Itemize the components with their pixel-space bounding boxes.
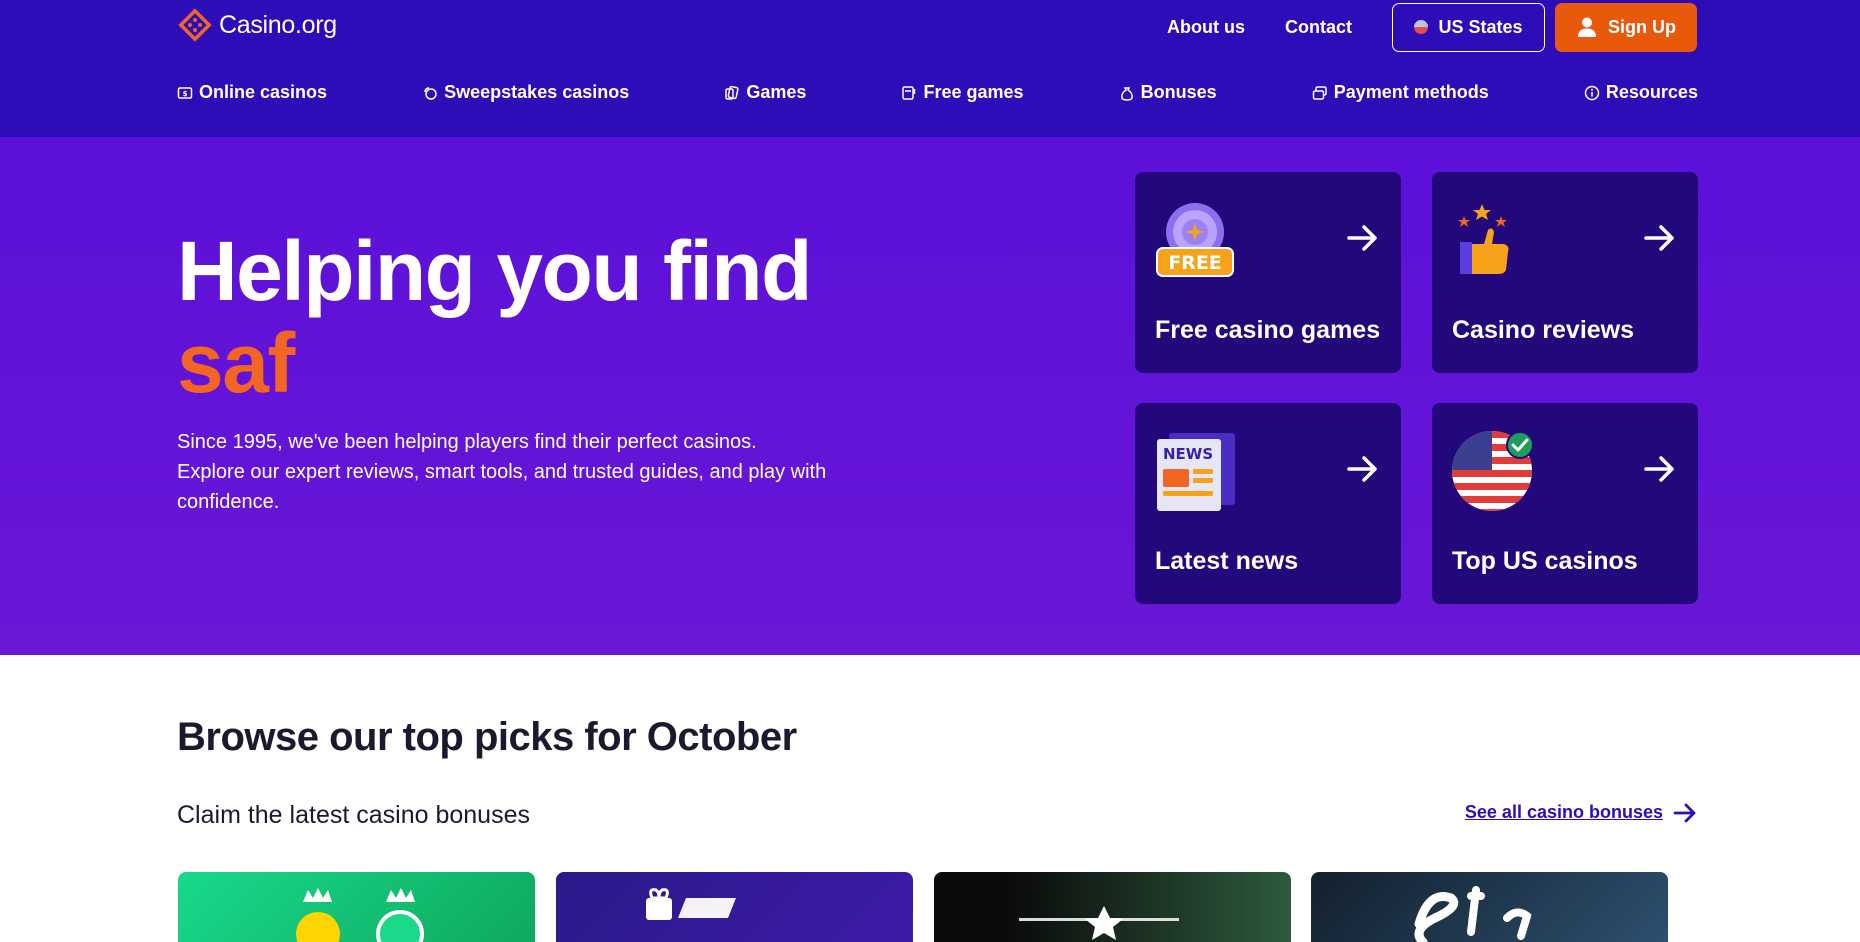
payment-icon — [1312, 85, 1327, 100]
main-nav: $ Online casinos Sweepstakes casinos Gam… — [177, 82, 1698, 103]
claim-bonuses-title: Claim the latest casino bonuses — [177, 801, 530, 829]
card-top-us-casinos[interactable]: Top US casinos — [1432, 403, 1698, 604]
free-chip-icon: FREE — [1156, 203, 1234, 277]
star-logo-icon — [1019, 906, 1179, 940]
user-icon — [1578, 17, 1596, 37]
hero-title-accent: saf — [177, 316, 295, 410]
arrow-right-icon — [1673, 803, 1696, 822]
promo-card-2[interactable] — [556, 872, 913, 942]
thumbs-up-icon — [1458, 204, 1509, 274]
site-logo[interactable]: Casino.org — [177, 7, 337, 43]
hero-section: Helping you find saf Since 1995, we've b… — [0, 137, 1860, 655]
card-latest-news[interactable]: NEWS Latest news — [1135, 403, 1401, 604]
see-all-bonuses-link[interactable]: See all casino bonuses — [1465, 802, 1697, 823]
card-title: Casino reviews — [1452, 316, 1635, 344]
script-logo-icon — [1414, 886, 1532, 942]
news-icon: NEWS — [1157, 433, 1235, 511]
arrow-right-icon — [1644, 225, 1674, 251]
coins-icon — [424, 86, 437, 100]
arrow-right-icon — [1347, 456, 1377, 482]
sign-up-button[interactable]: Sign Up — [1555, 2, 1697, 52]
card-casino-reviews[interactable]: Casino reviews — [1432, 172, 1698, 373]
us-flag-icon — [1452, 431, 1534, 511]
us-states-label: US States — [1438, 16, 1523, 37]
sign-up-label: Sign Up — [1608, 16, 1676, 37]
slot-icon — [902, 85, 916, 100]
arrow-right-icon — [1644, 456, 1674, 482]
money-bag-icon — [1120, 86, 1133, 101]
promo-card-4[interactable] — [1311, 872, 1668, 942]
hero-title: Helping you find saf — [177, 224, 812, 410]
casino-icon: $ — [177, 86, 193, 99]
promo-card-1[interactable] — [178, 872, 535, 942]
card-title: Free casino games — [1155, 316, 1381, 344]
nav-resources[interactable]: Resources — [1584, 82, 1698, 103]
nav-sweepstakes-casinos[interactable]: Sweepstakes casinos — [422, 82, 629, 103]
nav-games[interactable]: Games — [724, 82, 806, 103]
top-links: About us Contact US States Sign Up — [1167, 2, 1697, 52]
svg-text:$: $ — [183, 90, 188, 98]
contact-link[interactable]: Contact — [1285, 17, 1352, 38]
news-badge: NEWS — [1163, 445, 1213, 463]
promo-card-3[interactable] — [934, 872, 1291, 942]
browse-title: Browse our top picks for October — [177, 715, 797, 759]
card-title: Top US casinos — [1452, 547, 1638, 575]
logo-diamond-icon — [178, 8, 212, 42]
hero-subtitle: Since 1995, we've been helping players f… — [177, 431, 827, 513]
us-states-button[interactable]: US States — [1392, 2, 1545, 52]
card-free-casino-games[interactable]: FREE Free casino games — [1135, 172, 1401, 373]
cards-icon — [725, 85, 739, 100]
nav-online-casinos[interactable]: $ Online casinos — [177, 82, 327, 103]
nav-free-games[interactable]: Free games — [901, 82, 1024, 103]
card-title: Latest news — [1155, 547, 1299, 575]
free-badge: FREE — [1168, 252, 1222, 274]
hero-title-line: Helping you find — [177, 224, 812, 318]
gift-logo-icon — [646, 888, 736, 920]
logo-text: Casino.org — [219, 10, 337, 39]
about-us-link[interactable]: About us — [1167, 17, 1245, 38]
brand-logo-icon — [296, 888, 424, 942]
nav-payment-methods[interactable]: Payment methods — [1312, 82, 1489, 103]
arrow-right-icon — [1347, 225, 1377, 251]
info-icon — [1584, 85, 1600, 100]
nav-bonuses[interactable]: Bonuses — [1119, 82, 1217, 103]
us-flag-icon — [1414, 20, 1429, 34]
site-header: Casino.org About us Contact US States Si… — [0, 0, 1860, 137]
